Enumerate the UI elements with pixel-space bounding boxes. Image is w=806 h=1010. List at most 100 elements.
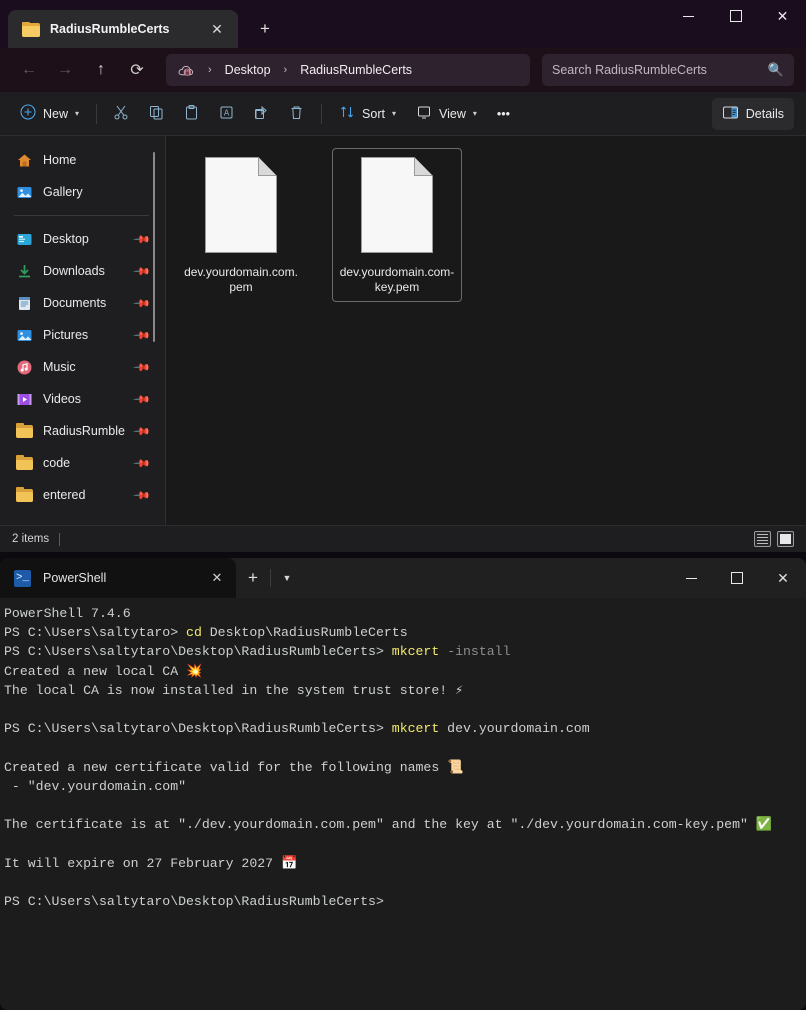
breadcrumb-current-folder[interactable]: RadiusRumbleCerts (295, 60, 417, 80)
terminal-text: Created a new local CA 💥 (4, 663, 203, 679)
videos-icon (16, 391, 33, 408)
pin-icon[interactable]: 📌 (133, 454, 152, 472)
chevron-down-icon: ▾ (75, 109, 80, 118)
terminal-text: mkcert (391, 644, 440, 660)
terminal-line: PS C:\Users\saltytaro\Desktop\RadiusRumb… (4, 642, 800, 661)
close-icon[interactable]: ✕ (759, 0, 806, 32)
refresh-icon[interactable]: ⟳ (120, 53, 154, 87)
sidebar-item-pictures[interactable]: Pictures 📌 (8, 319, 157, 351)
close-icon[interactable]: ✕ (204, 16, 230, 42)
sort-arrows-icon (339, 104, 355, 123)
pin-icon[interactable]: 📌 (133, 294, 152, 312)
breadcrumb-desktop[interactable]: Desktop (220, 60, 276, 80)
terminal-line: - "dev.yourdomain.com" (4, 777, 800, 796)
terminal-line: PowerShell 7.4.6 (4, 604, 800, 623)
explorer-tab-strip: RadiusRumbleCerts ✕ + (0, 0, 278, 48)
file-item[interactable]: dev.yourdomain.com-key.pem (332, 148, 462, 302)
search-input[interactable]: Search RadiusRumbleCerts 🔍 (542, 54, 794, 86)
new-tab-icon[interactable]: + (252, 16, 278, 42)
address-bar[interactable]: › Desktop › RadiusRumbleCerts (166, 54, 530, 86)
ellipsis-icon: ••• (496, 106, 511, 121)
close-icon[interactable]: ✕ (760, 558, 806, 598)
pin-icon[interactable]: 📌 (133, 326, 152, 344)
sidebar-divider (14, 215, 149, 216)
view-button[interactable]: View ▾ (406, 98, 487, 130)
sidebar-item-gallery[interactable]: Gallery (8, 176, 157, 208)
maximize-icon[interactable] (714, 558, 760, 598)
plus-circle-icon (20, 104, 36, 123)
terminal-line: The local CA is now installed in the sys… (4, 681, 800, 700)
new-tab-icon[interactable]: + (236, 568, 270, 588)
svg-text:A: A (224, 108, 230, 117)
share-button[interactable] (244, 98, 279, 130)
paste-button[interactable] (174, 98, 209, 130)
sidebar-item-home[interactable]: Home (8, 144, 157, 176)
terminal-text: Created a new certificate valid for the … (4, 759, 464, 775)
powershell-icon: >_ (14, 569, 31, 587)
chevron-down-icon: ▾ (391, 109, 396, 118)
new-button-label: New (43, 106, 69, 121)
sidebar-item-label: Home (43, 153, 77, 167)
large-icons-view-icon[interactable] (777, 531, 794, 547)
details-pane-button[interactable]: Details (711, 97, 794, 130)
desktop-icon (16, 231, 33, 248)
sidebar-item-desktop[interactable]: Desktop 📌 (8, 223, 157, 255)
file-name: dev.yourdomain.com-key.pem (339, 265, 455, 294)
chevron-down-icon[interactable]: ▼ (271, 573, 303, 583)
arrow-up-icon[interactable]: ↑ (84, 53, 118, 87)
copy-icon (148, 104, 165, 124)
sidebar-item-documents[interactable]: Documents 📌 (8, 287, 157, 319)
details-pane-icon (722, 105, 739, 123)
terminal-title-bar: >_ PowerShell ✕ + ▼ ✕ (0, 558, 806, 598)
pin-icon[interactable]: 📌 (133, 358, 152, 376)
sidebar-item-videos[interactable]: Videos 📌 (8, 383, 157, 415)
arrow-left-icon[interactable]: ← (12, 53, 46, 87)
sidebar-item-entered[interactable]: entered 📌 (8, 479, 157, 511)
details-pane-label: Details (745, 106, 784, 121)
breadcrumb-separator: › (283, 64, 288, 76)
sidebar-scrollbar[interactable] (153, 152, 155, 342)
navigation-pane: Home Gallery Desktop 📌 Downloads 📌 Docum… (0, 136, 165, 525)
pin-icon[interactable]: 📌 (133, 486, 152, 504)
sidebar-item-downloads[interactable]: Downloads 📌 (8, 255, 157, 287)
search-icon: 🔍 (767, 62, 784, 77)
new-button[interactable]: New ▾ (10, 98, 89, 130)
sidebar-item-music[interactable]: Music 📌 (8, 351, 157, 383)
terminal-text: PowerShell 7.4.6 (4, 606, 131, 621)
list-view-icon[interactable] (754, 531, 771, 547)
terminal-output[interactable]: PowerShell 7.4.6 PS C:\Users\saltytaro> c… (0, 598, 806, 911)
maximize-icon[interactable] (712, 0, 759, 32)
delete-button[interactable] (279, 98, 314, 130)
pin-icon[interactable]: 📌 (133, 262, 152, 280)
sidebar-item-label: Music (43, 360, 76, 374)
explorer-window-controls: ✕ (665, 0, 806, 32)
pin-icon[interactable]: 📌 (133, 230, 152, 248)
sort-button[interactable]: Sort ▾ (329, 98, 406, 130)
rename-button[interactable]: A (209, 98, 244, 130)
pin-icon[interactable]: 📌 (133, 422, 152, 440)
minimize-icon[interactable] (668, 558, 714, 598)
search-placeholder: Search RadiusRumbleCerts (552, 63, 707, 77)
pin-icon[interactable]: 📌 (133, 390, 152, 408)
sidebar-item-radiusrumble[interactable]: RadiusRumble 📌 (8, 415, 157, 447)
arrow-right-icon[interactable]: → (48, 53, 82, 87)
file-item[interactable]: dev.yourdomain.com.pem (176, 148, 306, 302)
file-list-view: dev.yourdomain.com.pem dev.yourdomain.co… (166, 136, 806, 525)
generic-file-icon (205, 157, 277, 253)
close-icon[interactable]: ✕ (206, 570, 228, 586)
copy-button[interactable] (139, 98, 174, 130)
terminal-tab[interactable]: >_ PowerShell ✕ (0, 558, 236, 598)
terminal-text: -install (447, 644, 511, 660)
minimize-icon[interactable] (665, 0, 712, 32)
more-options-button[interactable]: ••• (487, 98, 520, 130)
terminal-text: dev.yourdomain.com (439, 721, 590, 737)
cut-button[interactable] (104, 98, 139, 130)
sidebar-item-code[interactable]: code 📌 (8, 447, 157, 479)
paste-icon (183, 104, 200, 124)
sidebar-item-label: entered (43, 488, 86, 502)
explorer-tab[interactable]: RadiusRumbleCerts ✕ (8, 10, 238, 48)
